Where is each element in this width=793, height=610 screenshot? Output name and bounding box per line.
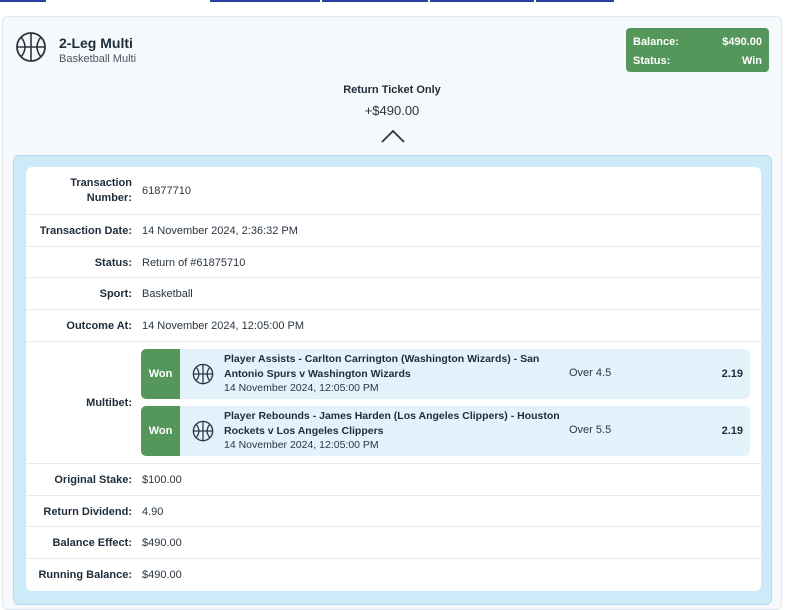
balance-value: $490.00 bbox=[722, 36, 762, 48]
chevron-up-icon[interactable] bbox=[381, 129, 405, 143]
return-ticket-label: Return Ticket Only bbox=[343, 84, 441, 96]
balance-effect-label: Balance Effect: bbox=[52, 537, 132, 549]
row-outcome-at: Outcome At: 14 November 2024, 12:05:00 P… bbox=[26, 310, 761, 342]
sport-label: Sport: bbox=[99, 288, 132, 300]
row-multibet: Multibet: Won Player Assists - Carlton C… bbox=[26, 342, 761, 464]
row-transaction-date: Transaction Date: 14 November 2024, 2:36… bbox=[26, 215, 761, 247]
bet-title: 2-Leg Multi bbox=[59, 35, 133, 51]
row-transaction-number: Transaction Number: 61877710 bbox=[26, 167, 761, 215]
return-dividend-label: Return Dividend: bbox=[43, 506, 132, 518]
leg-odds: 2.19 bbox=[721, 368, 743, 380]
top-tab-strip bbox=[0, 0, 793, 4]
multibet-leg[interactable]: Won Player Rebounds - James Harden (Los … bbox=[141, 406, 750, 456]
outcome-at-value: 14 November 2024, 12:05:00 PM bbox=[142, 320, 305, 332]
multibet-leg[interactable]: Won Player Assists - Carlton Carrington … bbox=[141, 349, 750, 399]
return-amount: +$490.00 bbox=[364, 103, 420, 118]
outcome-at-label: Outcome At: bbox=[66, 320, 132, 332]
status-value: Win bbox=[741, 55, 762, 67]
leg-selection: Over 4.5 bbox=[569, 367, 612, 379]
bet-subtitle: Basketball Multi bbox=[59, 53, 137, 65]
balance-status-badge: Balance: $490.00 Status: Win bbox=[626, 28, 769, 72]
status-label: Status: bbox=[633, 55, 671, 67]
balance-effect-value: $490.00 bbox=[142, 537, 182, 549]
original-stake-value: $100.00 bbox=[142, 474, 182, 486]
transaction-details-panel: Transaction Number: 61877710 Transaction… bbox=[13, 155, 772, 605]
leg-result-badge: Won bbox=[141, 406, 180, 456]
original-stake-label: Original Stake: bbox=[54, 474, 132, 486]
leg-odds: 2.19 bbox=[721, 425, 743, 437]
leg-time: 14 November 2024, 12:05:00 PM bbox=[224, 382, 379, 394]
row-original-stake: Original Stake: $100.00 bbox=[26, 464, 761, 496]
leg-selection: Over 5.5 bbox=[569, 424, 612, 436]
transaction-details-table: Transaction Number: 61877710 Transaction… bbox=[26, 167, 761, 591]
row-status: Status: Return of #61875710 bbox=[26, 247, 761, 278]
leg-title: Player Assists - Carlton Carrington (Was… bbox=[224, 353, 540, 380]
status-row-value: Return of #61875710 bbox=[142, 257, 246, 269]
status-row-label: Status: bbox=[94, 257, 132, 269]
running-balance-value: $490.00 bbox=[142, 569, 182, 581]
balance-label: Balance: bbox=[633, 36, 679, 48]
running-balance-label: Running Balance: bbox=[38, 569, 132, 581]
transaction-number-value: 61877710 bbox=[142, 185, 191, 197]
leg-time: 14 November 2024, 12:05:00 PM bbox=[224, 439, 379, 451]
row-balance-effect: Balance Effect: $490.00 bbox=[26, 527, 761, 559]
transaction-date-value: 14 November 2024, 2:36:32 PM bbox=[142, 225, 298, 237]
basketball-icon bbox=[192, 363, 214, 385]
return-dividend-value: 4.90 bbox=[142, 506, 164, 518]
row-sport: Sport: Basketball bbox=[26, 278, 761, 310]
sport-value: Basketball bbox=[142, 288, 193, 300]
row-running-balance: Running Balance: $490.00 bbox=[26, 559, 761, 591]
bet-header[interactable]: 2-Leg Multi Basketball Multi Balance: $4… bbox=[3, 17, 781, 77]
multibet-label: Multibet: bbox=[86, 397, 132, 409]
leg-title: Player Rebounds - James Harden (Los Ange… bbox=[224, 410, 560, 437]
bet-card: 2-Leg Multi Basketball Multi Balance: $4… bbox=[2, 16, 782, 610]
basketball-icon bbox=[16, 32, 46, 62]
transaction-date-label: Transaction Date: bbox=[39, 225, 132, 237]
leg-result-badge: Won bbox=[141, 349, 180, 399]
row-return-dividend: Return Dividend: 4.90 bbox=[26, 496, 761, 527]
basketball-icon bbox=[192, 420, 214, 442]
transaction-number-label: Transaction Number: bbox=[70, 177, 132, 204]
